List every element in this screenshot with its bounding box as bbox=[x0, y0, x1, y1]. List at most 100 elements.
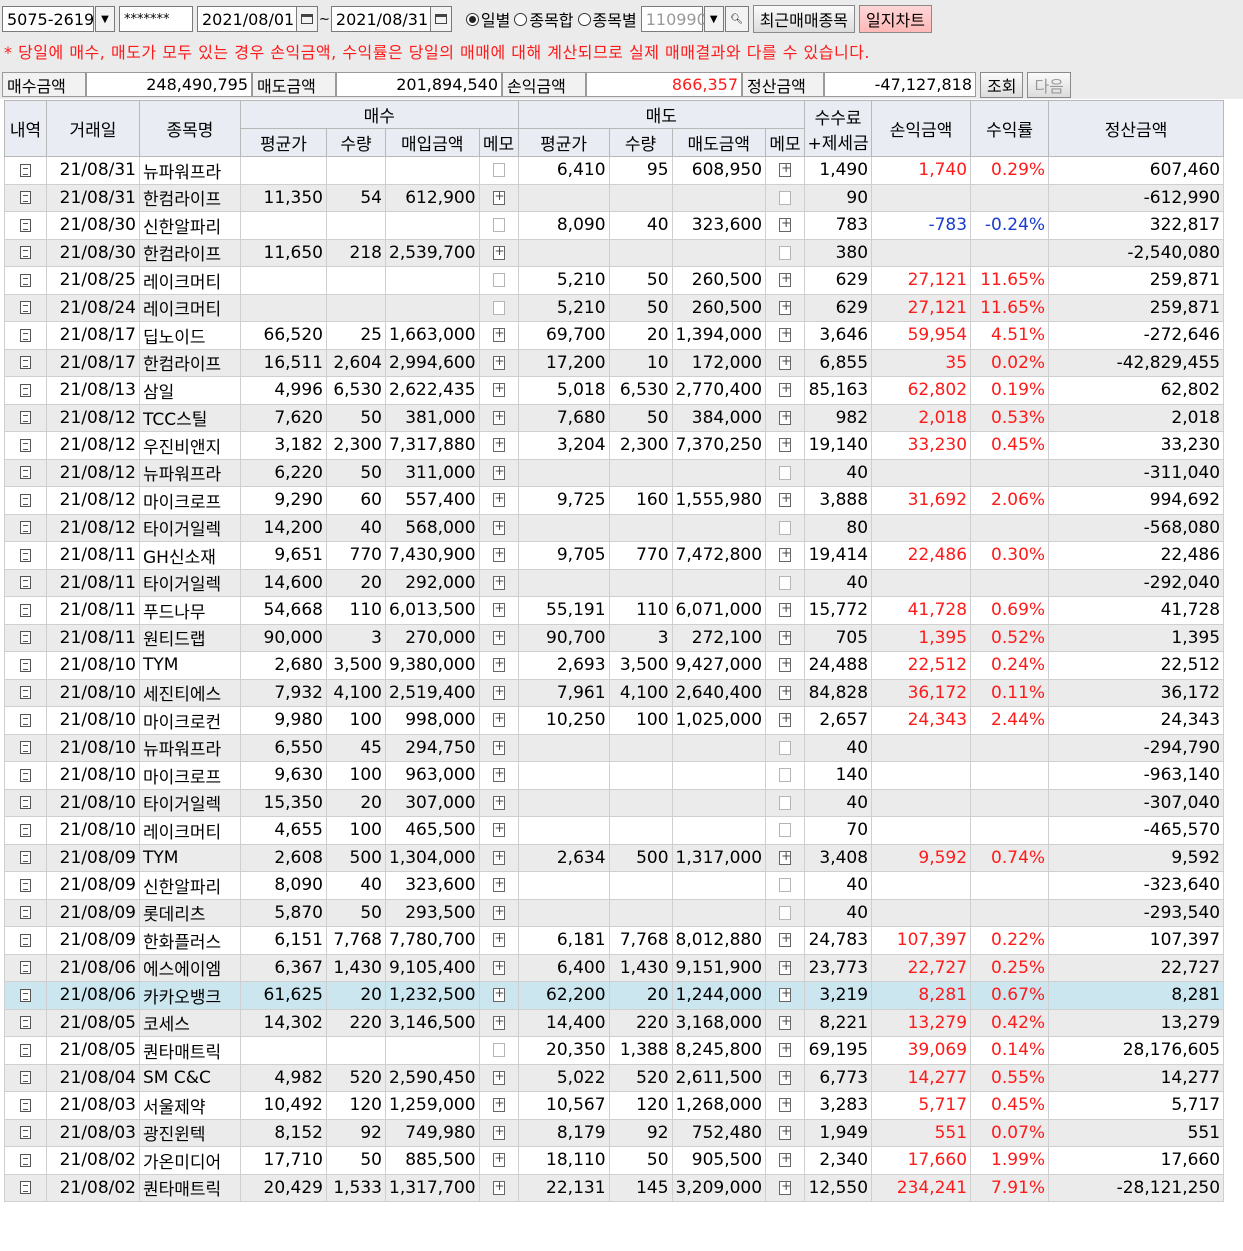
memo-empty-icon[interactable] bbox=[779, 740, 792, 755]
buy-memo-cell[interactable] bbox=[478, 816, 519, 845]
detail-document-icon[interactable] bbox=[20, 851, 31, 865]
detail-cell[interactable] bbox=[4, 623, 47, 652]
detail-document-icon[interactable] bbox=[20, 356, 31, 370]
detail-cell[interactable] bbox=[4, 348, 47, 377]
detail-document-icon[interactable] bbox=[20, 1016, 31, 1030]
memo-filled-icon[interactable] bbox=[779, 381, 791, 398]
sell-memo-cell[interactable] bbox=[765, 1118, 806, 1147]
detail-document-icon[interactable] bbox=[20, 933, 31, 947]
memo-filled-icon[interactable] bbox=[779, 629, 791, 645]
detail-cell[interactable] bbox=[4, 156, 47, 185]
detail-document-icon[interactable] bbox=[20, 1126, 31, 1140]
table-row[interactable]: 21/08/17딥노이드66,520251,663,000 69,700201,3… bbox=[4, 321, 1225, 350]
detail-document-icon[interactable] bbox=[20, 548, 31, 562]
detail-cell[interactable] bbox=[4, 211, 47, 240]
memo-filled-icon[interactable] bbox=[492, 326, 505, 343]
table-row[interactable]: 21/08/11원티드랩90,0003270,00090,7003272,100… bbox=[4, 623, 1225, 652]
memo-filled-icon[interactable] bbox=[779, 1041, 791, 1058]
memo-filled-icon[interactable] bbox=[492, 601, 505, 618]
detail-cell[interactable] bbox=[4, 431, 47, 460]
table-row[interactable]: 21/08/12마이크로프9,29060557,400 9,7251601,555… bbox=[4, 486, 1225, 515]
stock-code-input[interactable]: 110990 bbox=[640, 6, 707, 32]
buy-memo-cell[interactable] bbox=[478, 1063, 519, 1092]
memo-empty-icon[interactable] bbox=[779, 795, 792, 810]
detail-document-icon[interactable] bbox=[20, 1071, 31, 1085]
memo-empty-icon[interactable] bbox=[779, 823, 792, 838]
buy-memo-cell[interactable] bbox=[478, 651, 519, 680]
table-row[interactable]: 21/08/11타이거일렉14,60020292,000 40 -292,040 bbox=[4, 568, 1225, 597]
memo-filled-icon[interactable] bbox=[779, 849, 791, 865]
sell-memo-cell[interactable] bbox=[765, 678, 806, 707]
table-row[interactable]: 21/08/09신한알파리8,09040323,60040-323,640 bbox=[4, 871, 1225, 900]
col-sell-memo-header[interactable]: 메모 bbox=[765, 128, 806, 157]
col-name-header[interactable]: 종목명 bbox=[139, 100, 241, 157]
col-sell-amount-header[interactable]: 매도금액 bbox=[671, 128, 767, 157]
detail-cell[interactable] bbox=[4, 706, 47, 735]
table-row[interactable]: 21/08/09TYM2,6085001,304,0002,6345001,31… bbox=[4, 843, 1225, 872]
sell-memo-cell[interactable] bbox=[765, 568, 806, 597]
sell-memo-cell[interactable] bbox=[765, 1173, 806, 1202]
sell-memo-cell[interactable] bbox=[765, 348, 806, 377]
memo-empty-icon[interactable] bbox=[779, 878, 792, 893]
recent-trade-button[interactable]: 최근매매종목 bbox=[752, 5, 856, 33]
password-field[interactable]: ******* bbox=[119, 6, 193, 32]
detail-document-icon[interactable] bbox=[20, 246, 31, 260]
detail-cell[interactable] bbox=[4, 1173, 47, 1202]
sell-memo-cell[interactable] bbox=[765, 266, 806, 295]
detail-cell[interactable] bbox=[4, 1063, 47, 1092]
buy-memo-cell[interactable] bbox=[478, 596, 519, 625]
sell-memo-cell[interactable] bbox=[765, 431, 806, 460]
buy-memo-cell[interactable] bbox=[478, 1118, 519, 1147]
date-from-input[interactable]: 2021/08/01 bbox=[197, 6, 297, 32]
calendar-icon[interactable] bbox=[296, 6, 318, 32]
detail-cell[interactable] bbox=[4, 293, 47, 322]
detail-document-icon[interactable] bbox=[20, 576, 31, 590]
sell-memo-cell[interactable] bbox=[765, 1063, 806, 1092]
memo-empty-icon[interactable] bbox=[492, 218, 505, 233]
memo-empty-icon[interactable] bbox=[779, 245, 792, 260]
detail-document-icon[interactable] bbox=[20, 163, 31, 177]
table-row[interactable]: 21/08/02가온미디어17,71050885,50018,11050905,… bbox=[4, 1146, 1225, 1175]
memo-filled-icon[interactable] bbox=[492, 189, 505, 205]
col-sell-avg-header[interactable]: 평균가 bbox=[517, 128, 610, 157]
sell-memo-cell[interactable] bbox=[765, 376, 806, 405]
memo-filled-icon[interactable] bbox=[779, 986, 791, 1003]
detail-document-icon[interactable] bbox=[20, 493, 31, 507]
detail-cell[interactable] bbox=[4, 678, 47, 707]
memo-filled-icon[interactable] bbox=[492, 436, 505, 453]
col-buy-amount-header[interactable]: 매입금액 bbox=[385, 128, 480, 157]
memo-filled-icon[interactable] bbox=[492, 711, 505, 728]
sell-memo-cell[interactable] bbox=[765, 953, 806, 982]
sell-memo-cell[interactable] bbox=[765, 541, 806, 570]
col-pl-header[interactable]: 손익금액 bbox=[871, 100, 972, 157]
detail-document-icon[interactable] bbox=[20, 383, 31, 397]
table-row[interactable]: 21/08/31뉴파워프라 6,41095608,950 1,4901,7400.2… bbox=[4, 156, 1225, 185]
memo-filled-icon[interactable] bbox=[492, 876, 505, 893]
table-row[interactable]: 21/08/04SM C&C4,9825202,590,4505,0225202… bbox=[4, 1063, 1225, 1092]
detail-document-icon[interactable] bbox=[20, 988, 31, 1002]
memo-empty-icon[interactable] bbox=[492, 163, 505, 178]
buy-memo-cell[interactable] bbox=[478, 458, 519, 487]
memo-filled-icon[interactable] bbox=[492, 1151, 505, 1168]
memo-filled-icon[interactable] bbox=[779, 601, 791, 618]
detail-cell[interactable] bbox=[4, 1036, 47, 1065]
table-row[interactable]: 21/08/30한컴라이프11,6502182,539,700 380 -2,540… bbox=[4, 238, 1225, 267]
col-buy-qty-header[interactable]: 수량 bbox=[326, 128, 386, 157]
detail-cell[interactable] bbox=[4, 568, 47, 597]
detail-cell[interactable] bbox=[4, 1146, 47, 1175]
buy-memo-cell[interactable] bbox=[478, 981, 519, 1010]
detail-cell[interactable] bbox=[4, 183, 47, 212]
detail-document-icon[interactable] bbox=[20, 823, 31, 837]
sell-memo-cell[interactable] bbox=[765, 156, 806, 185]
buy-memo-cell[interactable] bbox=[478, 403, 519, 432]
buy-memo-cell[interactable] bbox=[478, 541, 519, 570]
stock-dropdown-icon[interactable]: ▼ bbox=[703, 6, 724, 32]
memo-empty-icon[interactable] bbox=[492, 1043, 505, 1058]
sell-memo-cell[interactable] bbox=[765, 898, 806, 927]
sell-memo-cell[interactable] bbox=[765, 1146, 806, 1175]
memo-filled-icon[interactable] bbox=[492, 821, 505, 838]
sell-memo-cell[interactable] bbox=[765, 486, 806, 515]
buy-memo-cell[interactable] bbox=[478, 926, 519, 955]
memo-filled-icon[interactable] bbox=[492, 1096, 505, 1113]
detail-document-icon[interactable] bbox=[20, 878, 31, 892]
